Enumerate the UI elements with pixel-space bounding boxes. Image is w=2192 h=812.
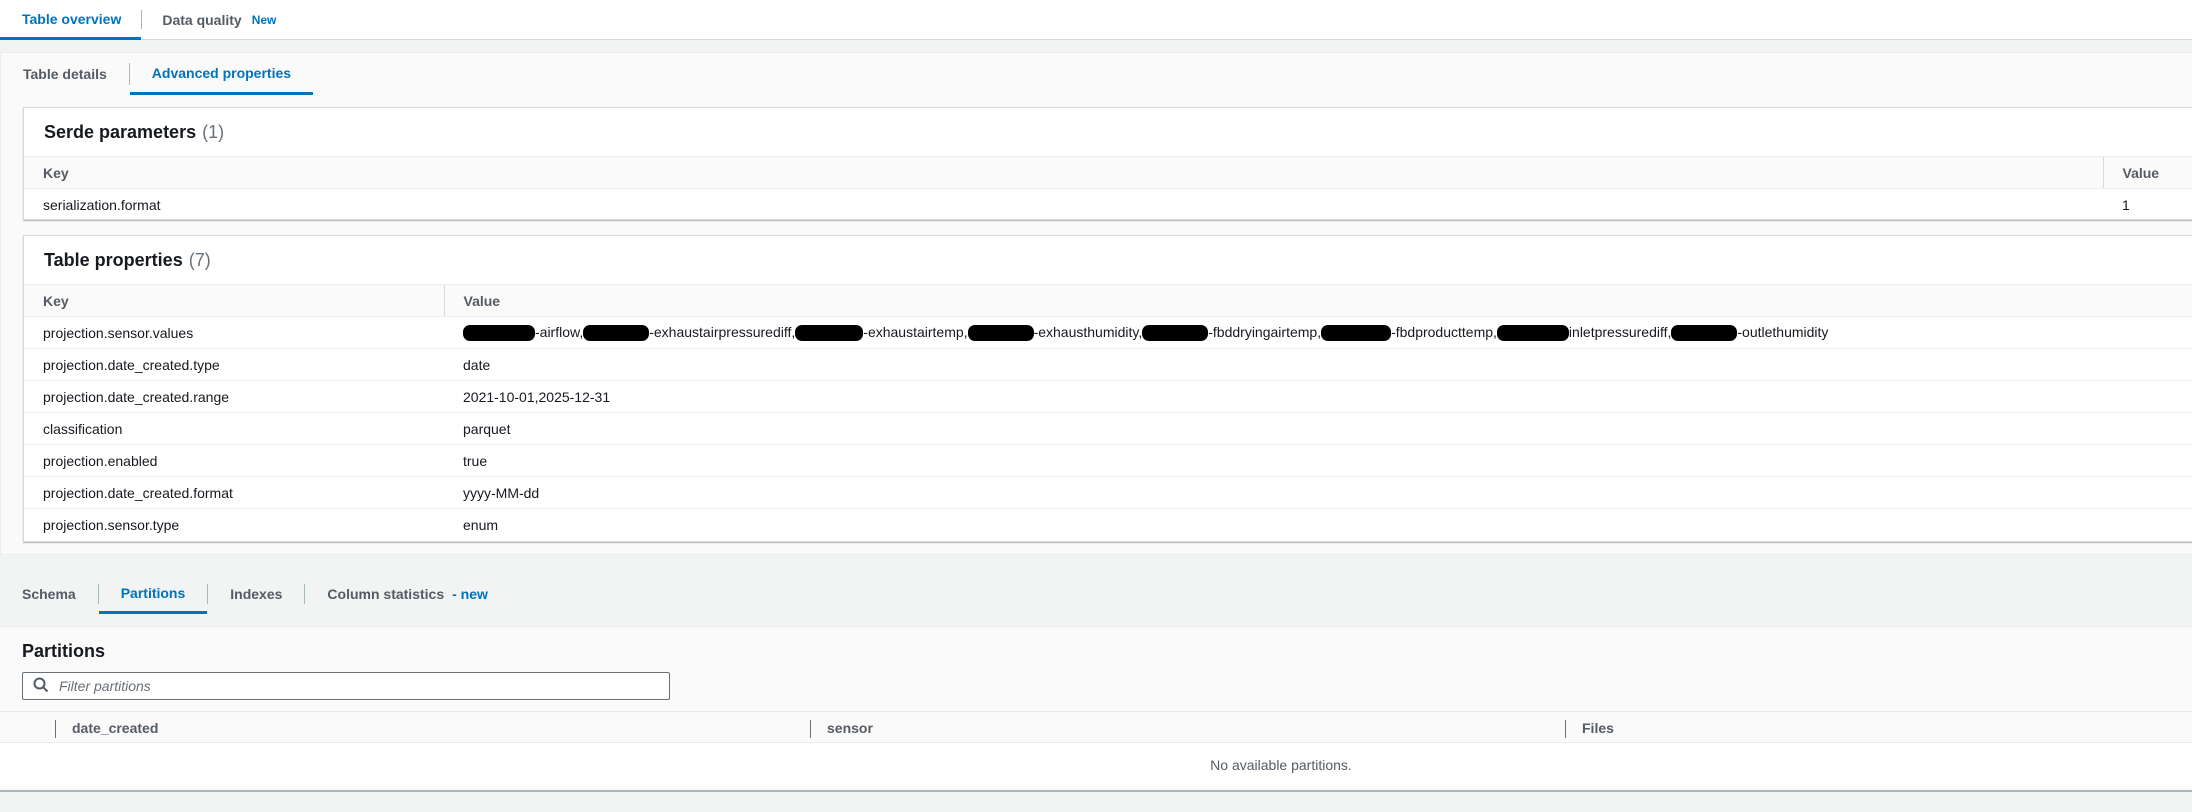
table-properties-title: Table properties	[44, 249, 183, 270]
table-properties-panel: Table properties (7) Key Value projectio…	[23, 235, 2192, 542]
partitions-panel: Partitions date_created sensor Files No …	[0, 626, 2192, 792]
sensor-value-part: -fbddryingairtemp,	[1208, 323, 1322, 340]
property-value-cell: date	[444, 348, 2192, 381]
property-key-cell: projection.enabled	[24, 444, 444, 477]
sensor-value-part: inletpressurediff,	[1568, 323, 1672, 340]
bottom-tab-bar: Schema Partitions Indexes Column statist…	[0, 574, 2192, 614]
serde-parameters-count: (1)	[202, 121, 225, 142]
filter-partitions-input[interactable]	[59, 678, 619, 694]
serde-parameters-table: Key Value serialization.format 1	[24, 156, 2192, 221]
sub-tab-bar: Table details Advanced properties	[1, 53, 2192, 95]
sensor-value-part: -exhaustairpressurediff,	[649, 323, 796, 340]
filter-partitions-box[interactable]	[22, 672, 670, 700]
serde-parameters-header: Serde parameters (1)	[24, 108, 2192, 156]
empty-state-message: No available partitions.	[1210, 757, 1352, 773]
property-key-cell: classification	[24, 412, 444, 445]
new-badge: - new	[452, 586, 488, 602]
tab-schema[interactable]: Schema	[0, 574, 98, 614]
property-key-cell: projection.date_created.range	[24, 380, 444, 413]
tab-partitions-label: Partitions	[120, 584, 186, 601]
property-value-cell: parquet	[444, 412, 2192, 445]
redaction-mark	[795, 325, 864, 342]
redaction-mark	[1142, 325, 1209, 342]
property-value-cell: true	[444, 444, 2192, 477]
column-header-value[interactable]: Value	[443, 284, 2192, 317]
tab-table-overview[interactable]: Table overview	[0, 0, 142, 40]
sensor-value-part: -fbdproducttemp,	[1391, 323, 1497, 340]
new-badge: New	[251, 12, 277, 27]
top-tab-bar: Table overview Data quality New	[0, 0, 2192, 40]
serde-parameters-panel: Serde parameters (1) Key Value serializa…	[23, 107, 2192, 220]
partitions-title: Partitions	[22, 641, 106, 661]
property-value-cell: enum	[463, 516, 499, 533]
column-header-value[interactable]: Value	[2102, 156, 2192, 189]
table-row: serialization.format 1	[24, 189, 2192, 221]
table-row: projection.date_created.range 2021-10-01…	[24, 380, 2192, 413]
column-header-key[interactable]: Key	[24, 156, 2103, 189]
table-row: projection.sensor.values -airflow, -exhau…	[24, 316, 2192, 349]
sensor-value-part: -exhausthumidity,	[1033, 323, 1143, 340]
property-key-cell: projection.sensor.type	[43, 516, 180, 533]
tab-partitions[interactable]: Partitions	[98, 574, 208, 614]
sensor-value-part: -airflow,	[535, 323, 584, 340]
serde-value-cell: 1	[2122, 196, 2130, 213]
tab-data-quality[interactable]: Data quality New	[142, 0, 296, 39]
empty-state: No available partitions.	[0, 743, 2192, 787]
sensor-value-part: -outlethumidity	[1737, 323, 1829, 340]
redaction-mark	[967, 325, 1034, 342]
tab-table-overview-label: Table overview	[22, 10, 122, 27]
tab-table-details[interactable]: Table details	[1, 53, 129, 95]
table-properties-count: (7)	[188, 249, 211, 270]
table-row: classification parquet	[24, 412, 2192, 445]
tab-table-details-label: Table details	[23, 66, 107, 82]
tab-column-statistics[interactable]: Column statistics - new	[305, 574, 509, 614]
partitions-table-header: date_created sensor Files	[0, 711, 2192, 743]
redaction-mark	[463, 325, 535, 342]
column-header-files[interactable]: Files	[1582, 712, 1614, 744]
property-key-cell: projection.date_created.format	[24, 476, 444, 509]
table-row: projection.enabled true	[24, 444, 2192, 477]
table-header-row: Key Value	[24, 284, 2192, 317]
property-key-cell: projection.sensor.values	[24, 316, 444, 349]
table-properties-table: Key Value projection.sensor.values -airf…	[24, 284, 2192, 541]
redaction-mark	[1671, 325, 1738, 342]
property-value-cell: 2021-10-01,2025-12-31	[444, 380, 2192, 413]
column-divider[interactable]	[810, 720, 811, 738]
table-row: projection.sensor.type enum	[24, 509, 2192, 541]
table-row: projection.date_created.format yyyy-MM-d…	[24, 476, 2192, 509]
table-header-row: Key Value	[24, 156, 2192, 189]
tab-schema-label: Schema	[22, 586, 76, 602]
tab-indexes-label: Indexes	[230, 586, 283, 602]
property-value-cell: yyyy-MM-dd	[444, 476, 2192, 509]
property-key-cell: projection.date_created.type	[24, 348, 444, 381]
tab-data-quality-label: Data quality	[162, 11, 242, 28]
table-properties-header: Table properties (7)	[24, 236, 2192, 284]
sensor-values-cell: -airflow, -exhaustairpressurediff, -exhaus…	[444, 316, 2192, 349]
column-divider[interactable]	[1565, 720, 1566, 738]
redaction-mark	[1496, 325, 1569, 342]
redaction-mark	[583, 325, 650, 342]
column-divider	[55, 720, 56, 738]
search-icon	[33, 677, 49, 696]
serde-key-cell: serialization.format	[43, 196, 161, 213]
tab-indexes[interactable]: Indexes	[208, 574, 304, 614]
tab-advanced-properties[interactable]: Advanced properties	[129, 53, 314, 95]
table-row: projection.date_created.type date	[24, 348, 2192, 381]
serde-parameters-title: Serde parameters	[44, 121, 197, 142]
column-header-sensor[interactable]: sensor	[827, 712, 873, 744]
redaction-mark	[1321, 325, 1392, 342]
column-header-key[interactable]: Key	[24, 284, 444, 317]
tab-advanced-properties-label: Advanced properties	[151, 64, 292, 81]
column-header-date-created[interactable]: date_created	[72, 712, 158, 744]
tab-column-statistics-label: Column statistics	[327, 586, 445, 602]
sensor-value-part: -exhaustairtemp,	[863, 323, 968, 340]
advanced-properties-container: Table details Advanced properties Serde …	[0, 52, 2192, 555]
